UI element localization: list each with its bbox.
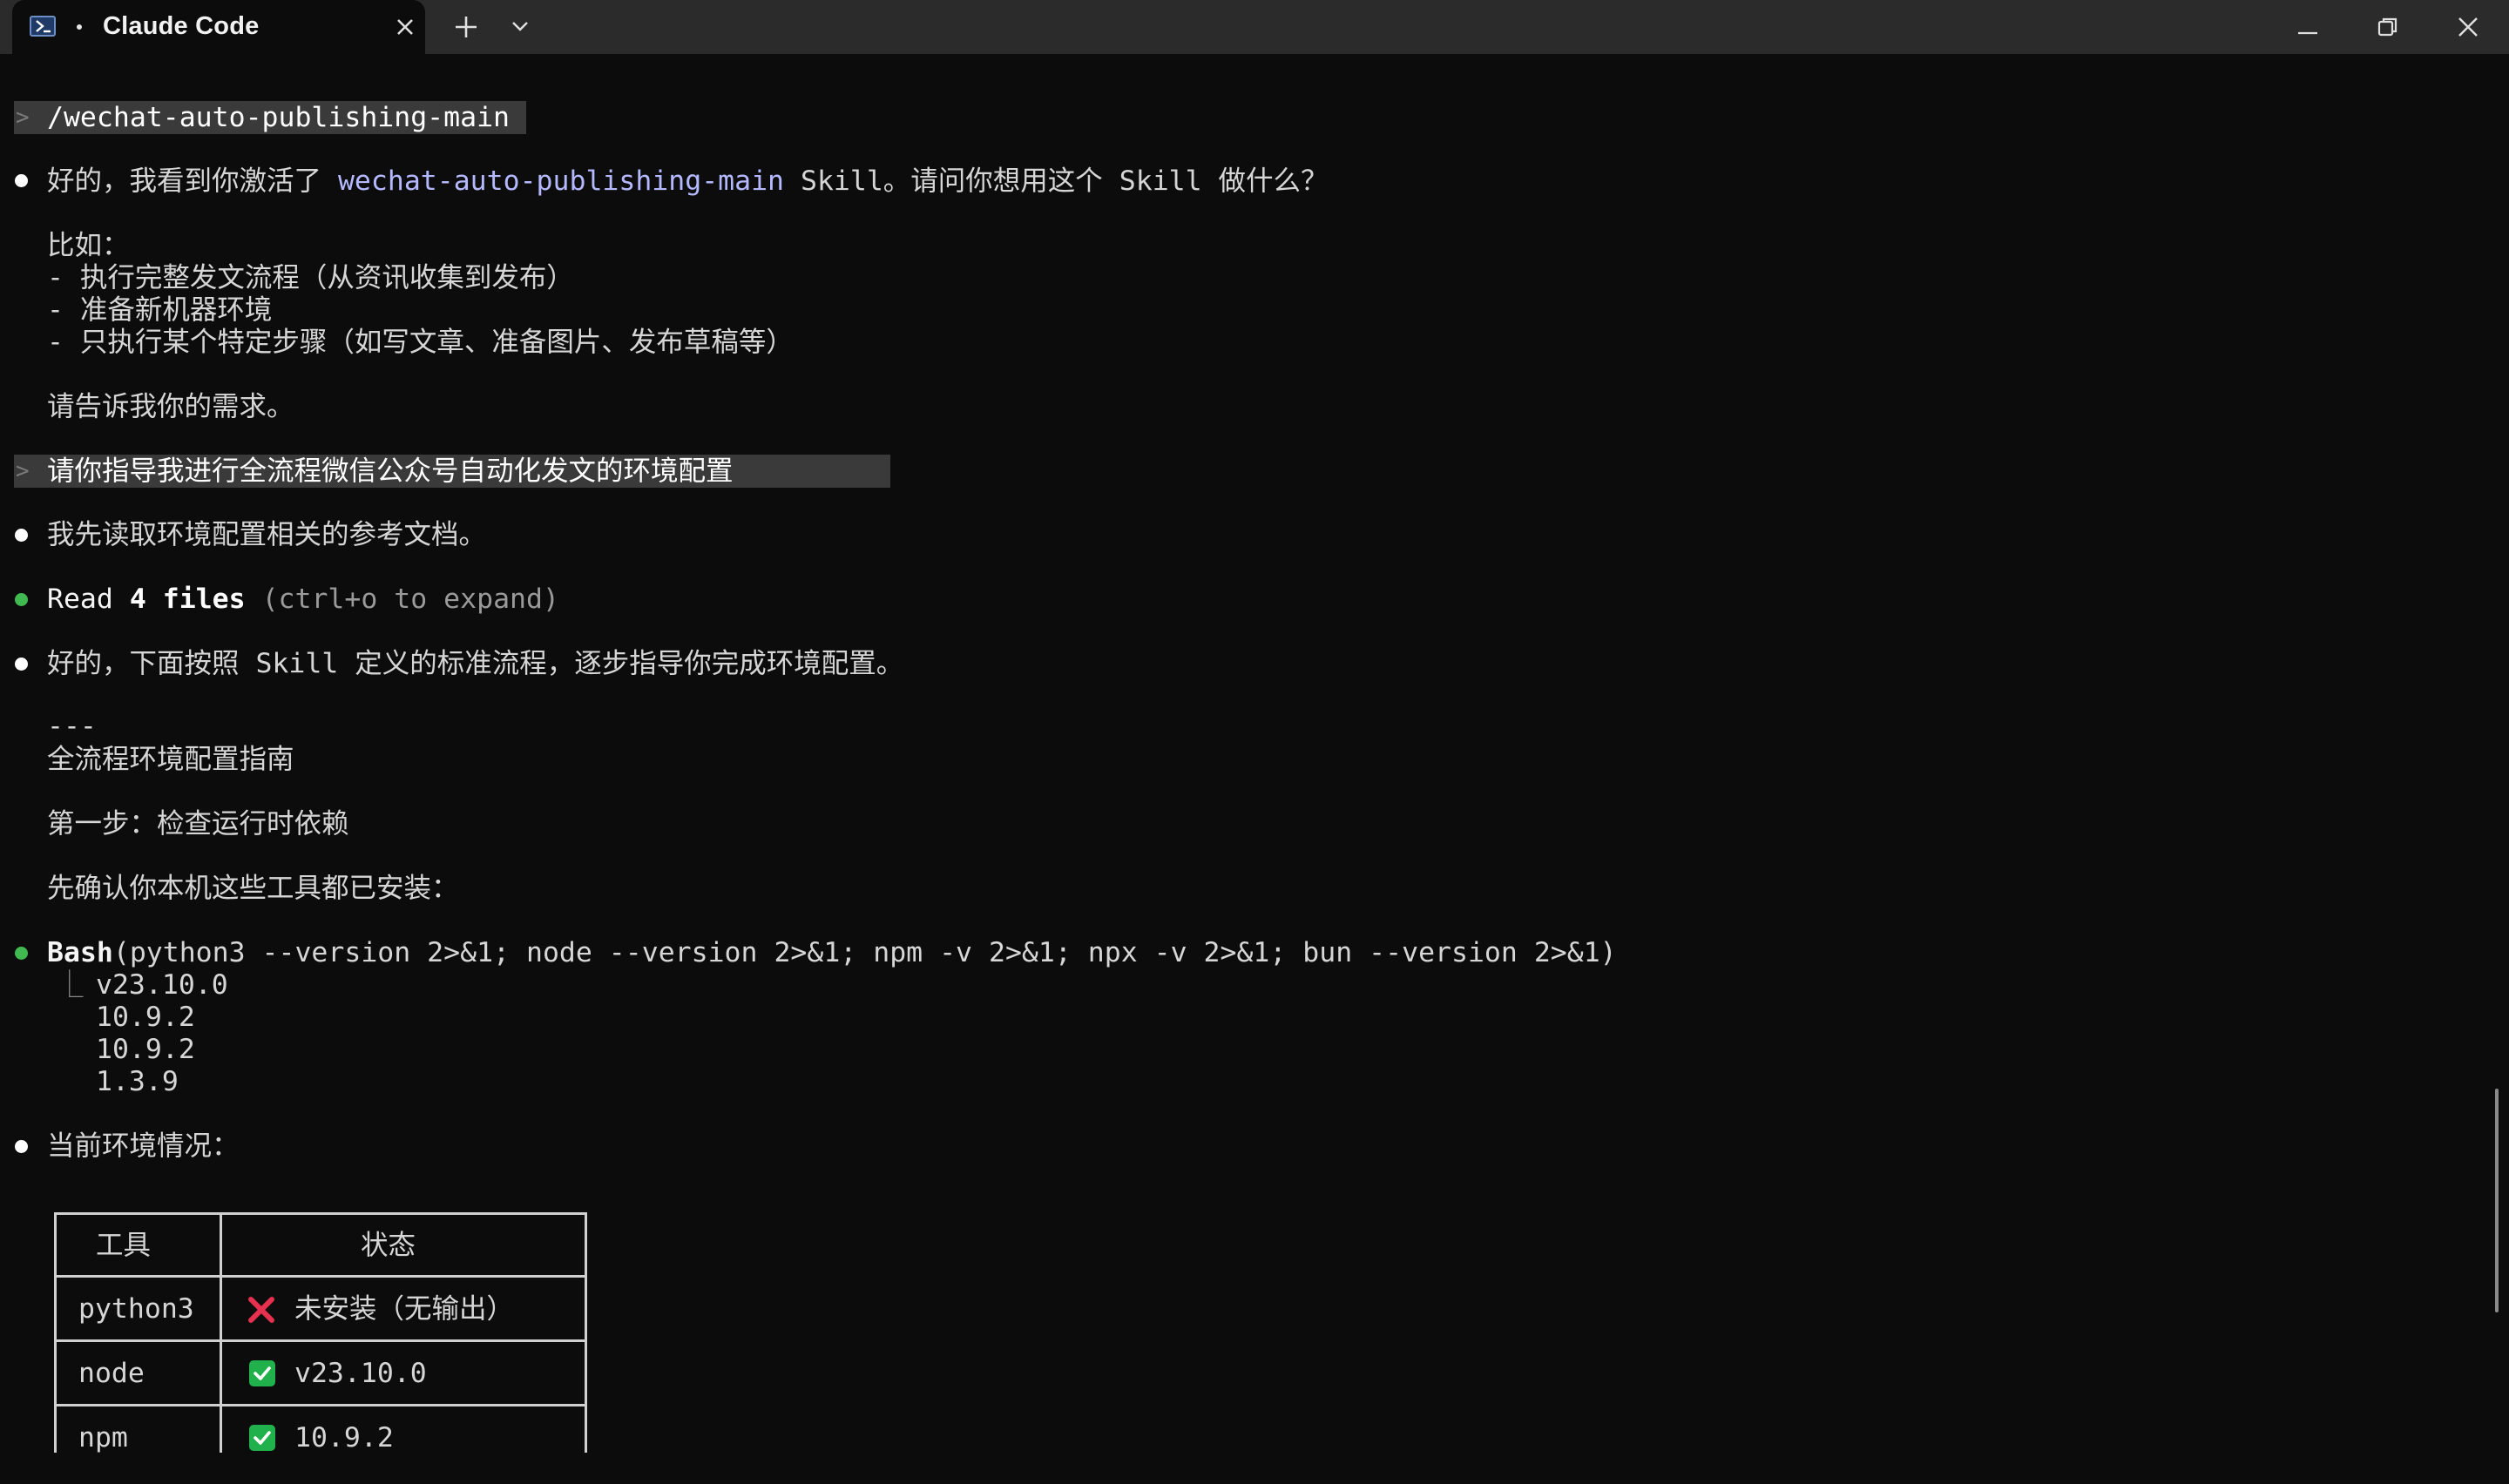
assistant-reply-1: 好的，我看到你激活了 wechat-auto-publishing-main S… [47, 165, 1329, 197]
minimize-icon[interactable] [2297, 23, 2318, 39]
bash-output-line: 10.9.2 [96, 1002, 195, 1033]
tree-branch-icon: ⎿ [56, 969, 84, 1001]
tool-status-green-dot-icon [15, 947, 28, 960]
table-cell-status: 10.9.2 [294, 1422, 394, 1454]
bash-output-line: v23.10.0 [96, 969, 228, 1001]
powershell-icon [30, 16, 56, 37]
separator: --- [47, 711, 97, 742]
confirm-tools-text: 先确认你本机这些工具都已安装： [47, 873, 459, 904]
expand-hint: (ctrl+o to expand) [261, 583, 559, 615]
prompt-caret-icon: > [16, 458, 30, 484]
tool-status-green-dot-icon [15, 593, 28, 606]
check-box-icon [249, 1425, 275, 1451]
user-prompt-1: /wechat-auto-publishing-main [47, 102, 511, 133]
tab-title: Claude Code [103, 12, 260, 40]
table-cell-tool: npm [78, 1422, 128, 1454]
check-box-icon [249, 1360, 275, 1386]
table-cell-status: 未安装（无输出） [294, 1293, 515, 1325]
user-prompt-2: 请你指导我进行全流程微信公众号自动化发文的环境配置 [47, 455, 734, 487]
new-tab-plus-icon[interactable] [453, 14, 479, 44]
bash-output-line: 10.9.2 [96, 1034, 195, 1065]
read-files-tool[interactable]: Read 4 files (ctrl+o to expand) [47, 582, 559, 617]
terminal-output[interactable]: > /wechat-auto-publishing-main 好的，我看到你激活… [0, 54, 2509, 1484]
assistant-reply-2: 我先读取环境配置相关的参考文档。 [47, 519, 487, 550]
ask-need-text: 请告诉我你的需求。 [47, 391, 294, 422]
assistant-reply-3: 好的，下面按照 Skill 定义的标准流程，逐步指导你完成环境配置。 [47, 648, 904, 679]
cross-mark-icon [247, 1296, 275, 1327]
example-item-2: - 准备新机器环境 [47, 294, 273, 326]
table-header-status: 状态 [361, 1230, 416, 1261]
bullet-dot-icon [15, 1140, 28, 1153]
table-header-tool: 工具 [96, 1230, 152, 1261]
bullet-dot-icon [15, 529, 28, 542]
bullet-dot-icon [15, 174, 28, 187]
env-status-heading: 当前环境情况： [47, 1130, 240, 1162]
guide-title: 全流程环境配置指南 [47, 744, 294, 775]
title-bar: Claude Code [0, 0, 2509, 54]
step-1-heading: 第一步：检查运行时依赖 [47, 808, 349, 840]
examples-heading: 比如： [47, 230, 130, 261]
table-cell-tool: python3 [78, 1293, 194, 1325]
chevron-down-icon[interactable] [511, 19, 530, 37]
prompt-caret-icon: > [16, 105, 30, 131]
restore-icon[interactable] [2377, 16, 2399, 42]
bash-tool-call[interactable]: Bash(python3 --version 2>&1; node --vers… [47, 935, 1617, 970]
bullet-dot-icon [15, 658, 28, 671]
scrollbar[interactable] [2495, 1089, 2499, 1312]
example-item-3: - 只执行某个特定步骤（如写文章、准备图片、发布草稿等） [47, 327, 794, 358]
close-icon[interactable] [2457, 16, 2479, 42]
bash-output-line: 1.3.9 [96, 1066, 179, 1097]
example-item-1: - 执行完整发文流程（从资讯收集到发布） [47, 262, 574, 293]
table-cell-tool: node [78, 1358, 145, 1389]
close-tab-icon[interactable] [394, 16, 416, 42]
skill-name: wechat-auto-publishing-main [337, 165, 785, 197]
table-cell-status: v23.10.0 [294, 1358, 427, 1389]
tab-unsaved-dot [77, 24, 82, 30]
tab-claude-code[interactable]: Claude Code [12, 0, 425, 54]
